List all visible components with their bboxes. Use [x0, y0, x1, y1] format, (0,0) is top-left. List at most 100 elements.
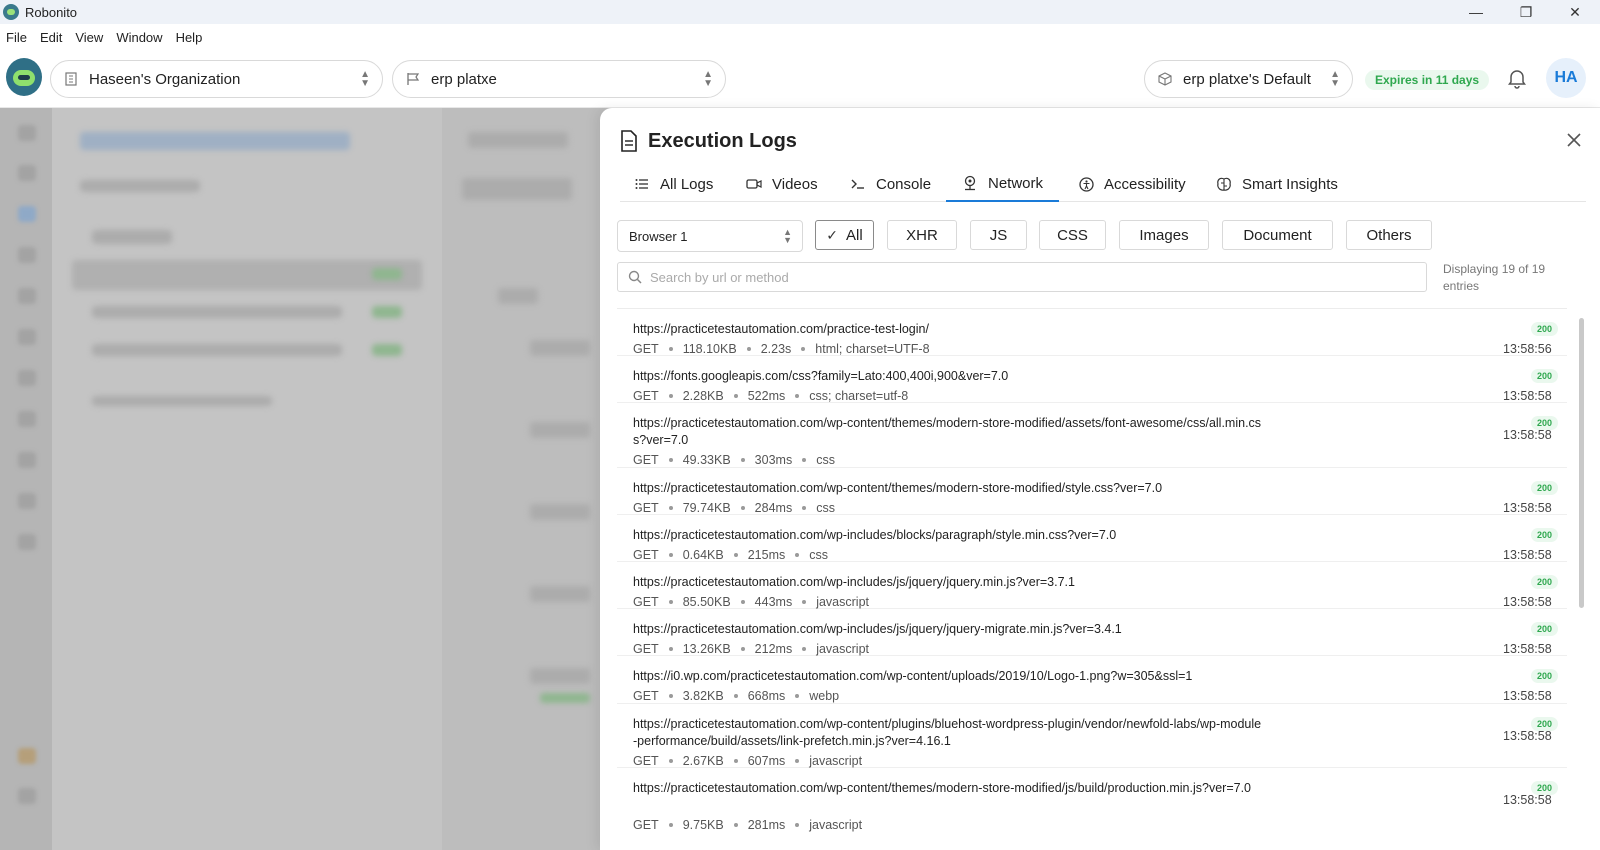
separator-dot	[795, 394, 800, 398]
filter-css-button[interactable]: CSS	[1039, 220, 1106, 250]
tab-videos[interactable]: Videos	[746, 166, 818, 202]
request-method: GET	[633, 453, 659, 467]
filter-label: All	[846, 226, 863, 244]
request-url: https://practicetestautomation.com/wp-co…	[633, 416, 1262, 447]
request-meta: GET 13.26KB 212ms javascript	[633, 642, 869, 656]
close-window-button[interactable]: ✕	[1552, 0, 1598, 24]
network-icon	[962, 175, 978, 191]
tab-console[interactable]: Console	[850, 166, 931, 202]
request-duration: 303ms	[754, 453, 793, 467]
separator-dot	[668, 553, 673, 557]
separator-dot	[668, 694, 673, 698]
network-entry-row[interactable]: https://fonts.googleapis.com/css?family=…	[617, 356, 1567, 403]
robonito-logo[interactable]	[6, 58, 42, 96]
request-duration: 443ms	[754, 595, 793, 609]
environment-name: erp platxe's Default	[1183, 70, 1311, 88]
request-size: 13.26KB	[682, 642, 731, 656]
request-meta: GET 2.67KB 607ms javascript	[633, 754, 862, 768]
filter-images-button[interactable]: Images	[1119, 220, 1209, 250]
request-size: 85.50KB	[682, 595, 731, 609]
separator-dot	[668, 647, 673, 651]
separator-dot	[801, 347, 806, 351]
environment-selector[interactable]: erp platxe's Default ▲ ▼	[1144, 60, 1353, 98]
menu-help[interactable]: Help	[176, 30, 203, 45]
separator-dot	[668, 347, 673, 351]
network-entry-row[interactable]: https://practicetestautomation.com/wp-in…	[617, 609, 1567, 656]
status-badge: 200	[1531, 481, 1558, 495]
request-method: GET	[633, 595, 659, 609]
network-entry-row[interactable]: https://practicetestautomation.com/wp-co…	[617, 704, 1567, 768]
separator-dot	[802, 458, 807, 462]
browser-selector[interactable]: Browser 1 ▲ ▼	[617, 220, 803, 252]
separator-dot	[668, 458, 673, 462]
network-entry-row[interactable]: https://practicetestautomation.com/wp-co…	[617, 403, 1567, 468]
search-input[interactable]: Search by url or method	[617, 262, 1427, 292]
request-method: GET	[633, 548, 659, 562]
notification-bell-icon[interactable]	[1506, 67, 1528, 89]
network-entry-row[interactable]: https://practicetestautomation.com/wp-in…	[617, 562, 1567, 609]
menu-file[interactable]: File	[6, 30, 27, 45]
tab-label: Console	[876, 175, 932, 193]
menu-view[interactable]: View	[75, 30, 103, 45]
cube-icon	[1157, 71, 1173, 87]
chevron-updown-icon: ▲ ▼	[360, 69, 370, 89]
menu-edit[interactable]: Edit	[40, 30, 62, 45]
request-url: https://practicetestautomation.com/wp-co…	[633, 481, 1163, 495]
request-meta: GET 79.74KB 284ms css	[633, 501, 835, 515]
drawer-title: Execution Logs	[648, 130, 797, 152]
network-entry-row[interactable]: https://practicetestautomation.com/wp-co…	[617, 468, 1567, 515]
tab-accessibility[interactable]: Accessibility	[1078, 166, 1186, 202]
request-duration: 215ms	[747, 548, 786, 562]
request-size: 118.10KB	[682, 342, 737, 356]
execution-logs-drawer: Execution Logs All Logs Videos Console N…	[600, 108, 1600, 850]
request-method: GET	[633, 754, 659, 768]
tab-network[interactable]: Network	[946, 166, 1060, 202]
filter-others-button[interactable]: Others	[1346, 220, 1432, 250]
request-meta: GET 3.82KB 668ms webp	[633, 689, 839, 703]
request-type: css	[816, 453, 835, 467]
filter-xhr-button[interactable]: XHR	[887, 220, 957, 250]
request-duration: 281ms	[747, 818, 786, 832]
close-icon[interactable]	[1566, 132, 1582, 148]
request-duration: 2.23s	[760, 342, 792, 356]
chevron-updown-icon: ▲ ▼	[1330, 69, 1340, 89]
request-method: GET	[633, 389, 659, 403]
request-size: 2.67KB	[682, 754, 724, 768]
insights-icon	[1216, 176, 1232, 192]
request-size: 0.64KB	[682, 548, 724, 562]
request-meta: GET 49.33KB 303ms css	[633, 453, 835, 467]
network-entry-row[interactable]: https://practicetestautomation.com/wp-in…	[617, 515, 1567, 562]
separator-dot	[746, 347, 751, 351]
request-method: GET	[633, 342, 659, 356]
maximize-button[interactable]: ❐	[1503, 0, 1549, 24]
network-entry-row[interactable]: https://practicetestautomation.com/pract…	[617, 309, 1567, 356]
flag-icon	[405, 71, 421, 87]
filter-document-button[interactable]: Document	[1222, 220, 1333, 250]
request-url: https://practicetestautomation.com/wp-in…	[633, 528, 1117, 542]
minimize-button[interactable]: —	[1453, 0, 1499, 24]
organization-selector[interactable]: Haseen's Organization ▲ ▼	[50, 60, 383, 98]
status-badge: 200	[1531, 622, 1558, 636]
search-placeholder: Search by url or method	[650, 269, 789, 285]
entries-count: Displaying 19 of 19 entries	[1443, 262, 1546, 293]
network-log-list[interactable]: https://practicetestautomation.com/pract…	[617, 308, 1567, 850]
filter-all-button[interactable]: ✓ All	[815, 220, 874, 250]
separator-dot	[802, 647, 807, 651]
network-entry-row[interactable]: https://practicetestautomation.com/wp-co…	[617, 768, 1567, 850]
scrollbar-thumb[interactable]	[1579, 318, 1584, 608]
project-selector[interactable]: erp platxe ▲ ▼	[392, 60, 726, 98]
separator-dot	[795, 694, 800, 698]
log-tabs: All Logs Videos Console Network Accessib…	[620, 166, 1586, 202]
user-avatar[interactable]: HA	[1546, 58, 1586, 98]
tab-all-logs[interactable]: All Logs	[634, 166, 713, 202]
request-type: css	[809, 548, 828, 562]
separator-dot	[668, 759, 673, 763]
request-size: 49.33KB	[682, 453, 731, 467]
menu-bar: File Edit View Window Help	[0, 24, 1600, 50]
tab-label: All Logs	[660, 175, 714, 193]
filter-js-button[interactable]: JS	[970, 220, 1027, 250]
menu-window[interactable]: Window	[116, 30, 162, 45]
tab-smart-insights[interactable]: Smart Insights	[1216, 166, 1338, 202]
network-entry-row[interactable]: https://i0.wp.com/practicetestautomation…	[617, 656, 1567, 704]
separator-dot	[733, 553, 738, 557]
